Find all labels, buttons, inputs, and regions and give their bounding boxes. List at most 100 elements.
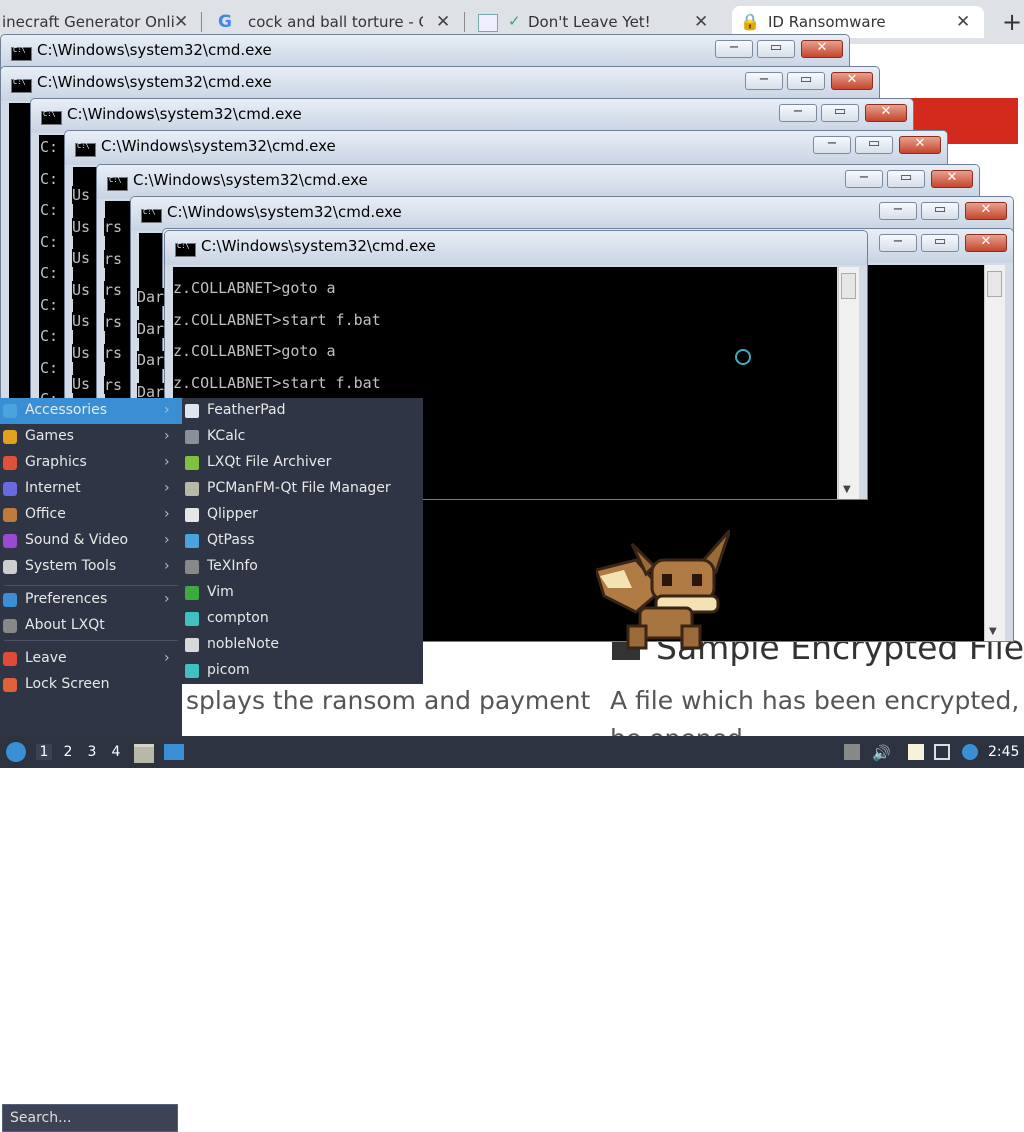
start-menu-icon[interactable] (6, 742, 26, 762)
submenu-item-texinfo[interactable]: TeXInfo (182, 554, 423, 580)
close-icon: ✕ (980, 202, 992, 217)
submenu-item-label: FeatherPad (207, 402, 286, 418)
minimize-button[interactable]: − (779, 104, 817, 122)
desktop-switch-2[interactable]: 2 (60, 744, 76, 760)
tab-title: inecraft Generator Onli (2, 13, 175, 31)
menu-item-office[interactable]: Office › (0, 502, 182, 528)
maximize-button[interactable]: ▭ (921, 234, 959, 252)
menu-item-lock-screen[interactable]: Lock Screen (0, 672, 182, 698)
updates-icon[interactable] (844, 744, 860, 760)
console-fragment: C: (40, 201, 59, 219)
submenu-item-vim[interactable]: Vim (182, 580, 423, 606)
submenu-item-pcmanfm-qt-file-manager[interactable]: PCManFM-Qt File Manager (182, 476, 423, 502)
maximize-button[interactable]: ▭ (887, 170, 925, 188)
maximize-button[interactable]: ▭ (787, 72, 825, 90)
maximize-button[interactable]: ▭ (855, 136, 893, 154)
window-titlebar[interactable]: C:\Windows\system32\cmd.exe − ▭ ✕ (65, 131, 947, 165)
scroll-thumb[interactable] (841, 273, 856, 299)
show-desktop-icon[interactable] (164, 744, 184, 760)
volume-icon[interactable]: 🔊 (872, 744, 891, 762)
scroll-down-icon[interactable]: ▼ (989, 626, 997, 637)
console-fragment: C: (40, 327, 59, 345)
menu-item-internet[interactable]: Internet › (0, 476, 182, 502)
menu-item-graphics[interactable]: Graphics › (0, 450, 182, 476)
menu-item-system-tools[interactable]: System Tools › (0, 554, 182, 580)
clipboard-icon[interactable] (908, 744, 924, 760)
scroll-thumb[interactable] (987, 271, 1002, 297)
menu-search-input[interactable]: Search... (2, 1104, 178, 1132)
window-titlebar[interactable]: C:\Windows\system32\cmd.exe − ▭ ✕ (1, 67, 879, 101)
submenu-item-lxqt-file-archiver[interactable]: LXQt File Archiver (182, 450, 423, 476)
close-button[interactable]: ✕ (801, 40, 843, 58)
submenu-item-label: QtPass (207, 532, 255, 548)
new-tab-button[interactable]: + (1002, 8, 1022, 36)
menu-item-preferences[interactable]: Preferences › (0, 587, 182, 613)
tab-close-icon[interactable]: ✕ (956, 12, 970, 32)
menu-item-leave[interactable]: Leave › (0, 646, 182, 672)
window-titlebar[interactable]: C:\Windows\system32\cmd.exe − ▭ ✕ (97, 165, 979, 199)
console-fragment: Us (72, 280, 91, 299)
minimize-button[interactable]: − (879, 234, 917, 252)
minimize-button[interactable]: − (845, 170, 883, 188)
close-button[interactable]: ✕ (865, 104, 907, 122)
submenu-item-qtpass[interactable]: QtPass (182, 528, 423, 554)
notification-icon[interactable] (962, 744, 978, 760)
console-fragment: Us (72, 312, 91, 330)
sound-video-icon (3, 534, 17, 548)
submenu-item-label: KCalc (207, 428, 246, 444)
close-button[interactable]: ✕ (831, 72, 873, 90)
maximize-button[interactable]: ▭ (821, 104, 859, 122)
minimize-button[interactable]: − (813, 136, 851, 154)
submenu-item-noblenote[interactable]: nobleNote (182, 632, 423, 658)
tab-title: cock and ball torture - G (248, 13, 423, 31)
console-fragment: C: (40, 264, 59, 282)
submenu-item-featherpad[interactable]: FeatherPad (182, 398, 423, 424)
submenu-item-kcalc[interactable]: KCalc (182, 424, 423, 450)
chevron-right-icon: › (164, 428, 170, 444)
desktop-switch-4[interactable]: 4 (108, 744, 124, 760)
console-fragment: Dar (137, 351, 165, 369)
maximize-button[interactable]: ▭ (921, 202, 959, 220)
close-button[interactable]: ✕ (931, 170, 973, 188)
minimize-button[interactable]: − (745, 72, 783, 90)
scroll-down-icon[interactable]: ▼ (843, 484, 851, 495)
desktop-switch-3[interactable]: 3 (84, 744, 100, 760)
menu-item-accessories[interactable]: Accessories › (0, 398, 182, 424)
close-icon: ✕ (816, 40, 828, 55)
compton-icon (185, 612, 199, 626)
minimize-button[interactable]: − (879, 202, 917, 220)
menu-item-label: About LXQt (25, 617, 105, 633)
window-title: C:\Windows\system32\cmd.exe (167, 203, 402, 221)
close-icon: ✕ (946, 170, 958, 185)
window-titlebar[interactable]: C:\Windows\system32\cmd.exe − ▭ ✕ (131, 197, 1013, 231)
cmd-icon (141, 208, 162, 223)
file-manager-icon[interactable] (134, 744, 154, 763)
submenu-item-qlipper[interactable]: Qlipper (182, 502, 423, 528)
close-button[interactable]: ✕ (965, 234, 1007, 252)
tab-close-icon[interactable]: ✕ (436, 12, 450, 32)
scrollbar[interactable]: ▼ (984, 265, 1005, 641)
window-titlebar[interactable]: C:\Windows\system32\cmd.exe (165, 231, 867, 265)
tab-close-icon[interactable]: ✕ (174, 12, 188, 32)
submenu-item-compton[interactable]: compton (182, 606, 423, 632)
minimize-button[interactable]: − (715, 40, 753, 58)
window-titlebar[interactable]: C:\Windows\system32\cmd.exe − ▭ ✕ (31, 99, 913, 133)
maximize-button[interactable]: ▭ (757, 40, 795, 58)
menu-item-about-lxqt[interactable]: About LXQt (0, 613, 182, 639)
menu-item-sound-video[interactable]: Sound & Video › (0, 528, 182, 554)
cmd-icon (11, 46, 32, 61)
close-button[interactable]: ✕ (965, 202, 1007, 220)
submenu-item-picom[interactable]: picom (182, 658, 423, 684)
window-titlebar[interactable]: C:\Windows\system32\cmd.exe − ▭ ✕ (1, 35, 849, 69)
menu-item-games[interactable]: Games › (0, 424, 182, 450)
desktop-switch-1[interactable]: 1 (36, 744, 52, 760)
menu-item-label: Graphics (25, 454, 87, 470)
submenu-item-label: nobleNote (207, 636, 279, 652)
scrollbar[interactable]: ▼ (838, 267, 859, 499)
tab-close-icon[interactable]: ✕ (694, 12, 708, 32)
window-title: C:\Windows\system32\cmd.exe (37, 41, 272, 59)
network-icon[interactable] (934, 744, 950, 760)
cmd-icon (107, 176, 128, 191)
close-button[interactable]: ✕ (899, 136, 941, 154)
submenu-item-label: TeXInfo (207, 558, 258, 574)
